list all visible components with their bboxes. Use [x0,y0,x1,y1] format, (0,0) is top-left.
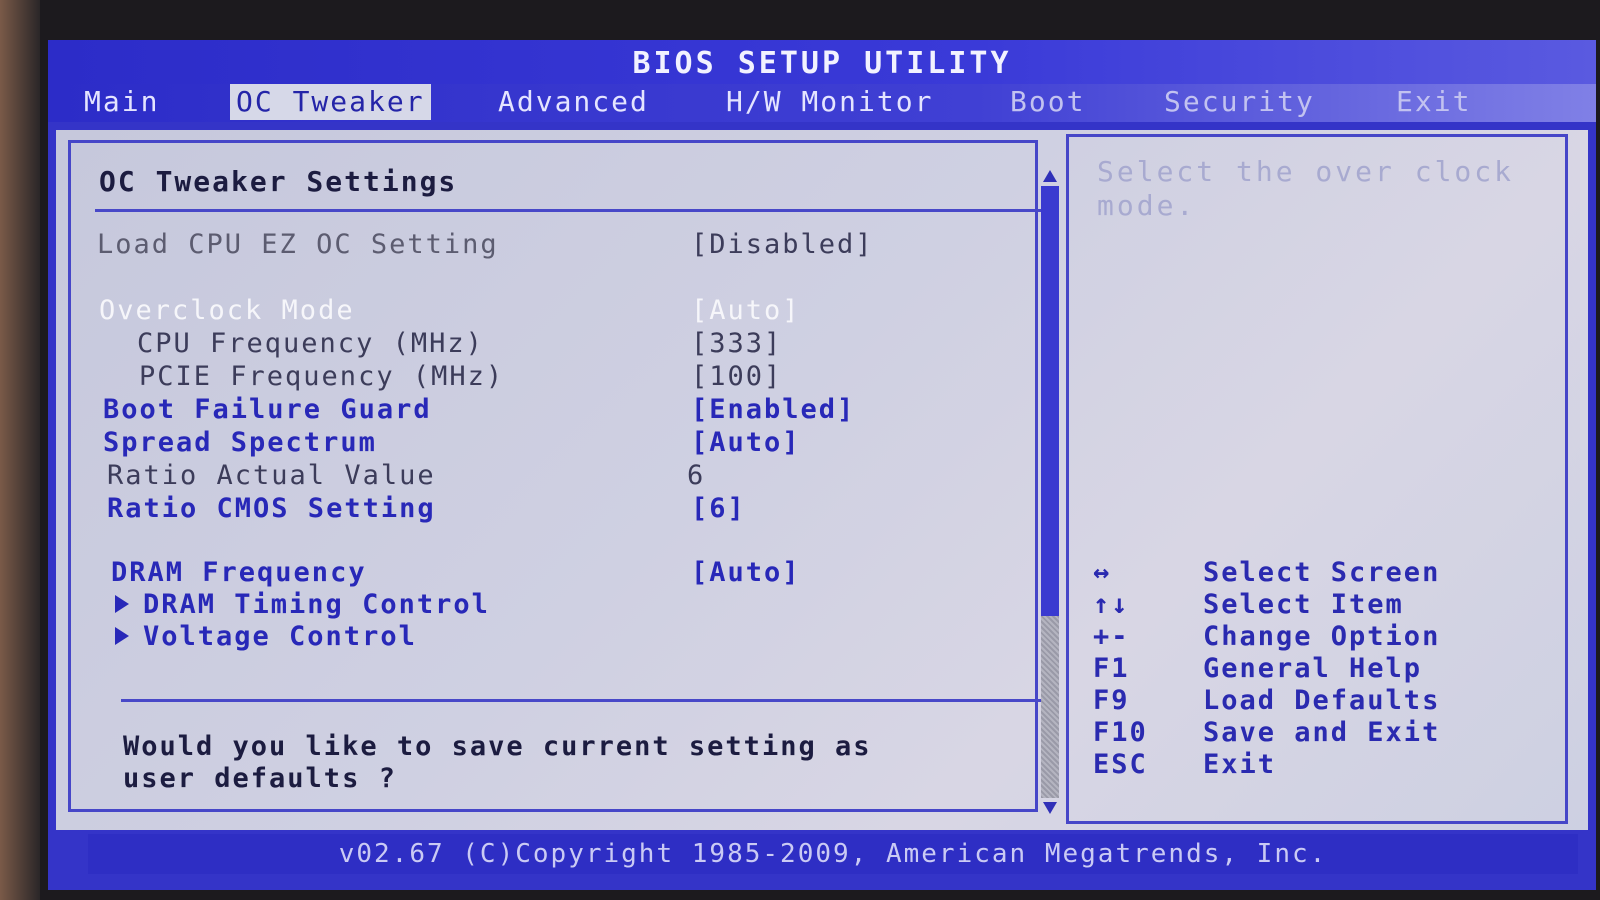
tab-hw-monitor[interactable]: H/W Monitor [720,84,939,120]
save-defaults-question: Would you like to save current setting a… [123,731,872,794]
key-left-right-arrows-icon: ↔ [1093,557,1112,588]
setting-ratio-cmos[interactable]: Ratio CMOS Setting [6] [71,493,1031,525]
question-divider [121,699,1051,702]
setting-label: DRAM Frequency [111,557,367,588]
key-legend-select-item: ↑↓ Select Item [1093,589,1563,621]
key-up-down-arrows-icon: ↑↓ [1093,589,1130,620]
scroll-thumb[interactable] [1041,186,1059,616]
setting-value: [Disabled] [691,229,874,260]
settings-scrollbar[interactable] [1041,170,1059,814]
setting-value: [Enabled] [691,394,856,425]
key-plus-minus: +- [1093,621,1130,652]
bios-title: BIOS SETUP UTILITY [48,40,1596,84]
tab-exit[interactable]: Exit [1390,84,1477,120]
key-description: Exit [1203,749,1277,780]
help-text: Select the over clock mode. [1097,155,1515,222]
setting-label: Ratio CMOS Setting [107,493,436,524]
submenu-dram-timing-control[interactable]: DRAM Timing Control [71,589,1031,621]
key-legend-load-defaults: F9 Load Defaults [1093,685,1563,717]
setting-value: [Auto] [691,427,801,458]
key-description: Change Option [1203,621,1441,652]
key-f10: F10 [1093,717,1148,748]
setting-pcie-frequency[interactable]: PCIE Frequency (MHz) [100] [71,361,1031,393]
setting-label: Ratio Actual Value [107,460,436,491]
key-legend-exit: ESC Exit [1093,749,1563,781]
scroll-down-arrow-icon[interactable] [1043,802,1057,814]
key-description: Select Screen [1203,557,1441,588]
key-description: General Help [1203,653,1423,684]
submenu-label: Voltage Control [143,621,417,652]
section-title: OC Tweaker Settings [99,165,458,198]
setting-boot-failure-guard[interactable]: Boot Failure Guard [Enabled] [71,394,1031,426]
tab-oc-tweaker[interactable]: OC Tweaker [230,84,431,120]
submenu-label: DRAM Timing Control [143,589,490,620]
tab-bar: Main OC Tweaker Advanced H/W Monitor Boo… [48,84,1596,122]
content-panel: OC Tweaker Settings Load CPU EZ OC Setti… [56,130,1588,830]
setting-load-cpu-ez-oc[interactable]: Load CPU EZ OC Setting [Disabled] [71,229,1031,261]
setting-value: [100] [691,361,783,392]
setting-value: [Auto] [691,557,801,588]
setting-cpu-frequency[interactable]: CPU Frequency (MHz) [333] [71,328,1031,360]
setting-label: Overclock Mode [99,295,355,326]
setting-overclock-mode[interactable]: Overclock Mode [Auto] [71,295,1031,327]
bios-screen: BIOS SETUP UTILITY Main OC Tweaker Advan… [48,40,1596,890]
key-legend-change-option: +- Change Option [1093,621,1563,653]
settings-frame: OC Tweaker Settings Load CPU EZ OC Setti… [68,140,1055,812]
help-frame: Select the over clock mode. ↔ Select Scr… [1066,134,1568,824]
monitor-bezel [0,0,40,900]
setting-label: CPU Frequency (MHz) [137,328,484,359]
setting-label: Boot Failure Guard [103,394,432,425]
key-legend-general-help: F1 General Help [1093,653,1563,685]
setting-value: [333] [691,328,783,359]
submenu-arrow-icon [115,594,129,613]
setting-value: 6 [687,460,706,491]
key-f9: F9 [1093,685,1130,716]
tab-main[interactable]: Main [78,84,165,120]
key-legend-save-exit: F10 Save and Exit [1093,717,1563,749]
tab-security[interactable]: Security [1158,84,1321,120]
submenu-arrow-icon [115,626,129,645]
key-description: Save and Exit [1203,717,1441,748]
key-f1: F1 [1093,653,1130,684]
setting-label: PCIE Frequency (MHz) [139,361,505,392]
setting-value: [Auto] [691,295,801,326]
tab-advanced[interactable]: Advanced [492,84,655,120]
setting-ratio-actual-value: Ratio Actual Value 6 [71,460,1031,492]
setting-dram-frequency[interactable]: DRAM Frequency [Auto] [71,557,1031,589]
key-legend-select-screen: ↔ Select Screen [1093,557,1563,589]
submenu-voltage-control[interactable]: Voltage Control [71,621,1031,653]
scroll-up-arrow-icon[interactable] [1043,170,1057,182]
setting-value: [6] [691,493,746,524]
setting-label: Spread Spectrum [103,427,377,458]
copyright-footer: v02.67 (C)Copyright 1985-2009, American … [88,834,1578,874]
key-esc: ESC [1093,749,1148,780]
setting-spread-spectrum[interactable]: Spread Spectrum [Auto] [71,427,1031,459]
key-description: Select Item [1203,589,1404,620]
title-divider [95,209,1055,212]
tab-boot[interactable]: Boot [1004,84,1091,120]
key-description: Load Defaults [1203,685,1441,716]
setting-label: Load CPU EZ OC Setting [97,229,499,260]
